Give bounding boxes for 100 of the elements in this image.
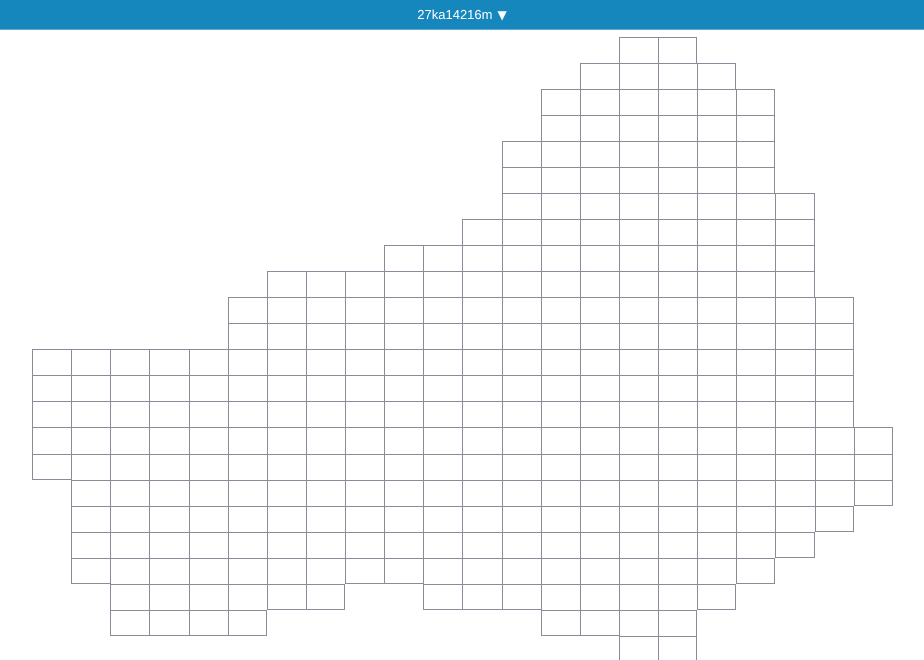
grid-tile [149,480,188,506]
grid-tile [306,454,345,480]
grid-tile [384,454,424,480]
grid-tile [188,610,228,636]
grid-tile [618,506,658,532]
grid-tile [775,375,814,402]
grid-tile [658,584,698,610]
grid-tile [345,454,384,480]
grid-tile [540,115,580,142]
grid-tile [697,427,736,454]
grid-tile [423,584,462,610]
grid-tile [580,245,619,272]
grid-tile [502,297,541,324]
grid-tile [618,297,658,324]
grid-tile [618,584,658,610]
grid-tile [188,532,228,558]
grid-tile [188,401,228,428]
grid-tile [462,375,502,402]
grid-tile [502,141,541,168]
sheet-dropdown[interactable]: 27ka14216m ▼ [413,5,511,24]
grid-tile [110,584,150,610]
grid-tile [540,427,580,454]
grid-tile [110,349,150,376]
grid-tile [697,115,736,142]
grid-tile [462,401,502,428]
grid-tile [580,349,619,376]
grid-tile [658,375,698,402]
grid-tile [188,375,228,402]
grid-tile [502,375,541,402]
grid-tile [110,454,150,480]
grid-tile [775,532,814,558]
grid-tile [618,89,658,116]
grid-tile [149,349,188,376]
grid-tile [697,454,736,480]
grid-tile [462,480,502,506]
grid-tile [188,506,228,532]
grid-tile [697,63,736,90]
caret-icon: ▼ [497,8,507,20]
grid-tile [580,584,619,610]
grid-tile [188,558,228,584]
grid-tile [306,401,345,428]
grid-tile [580,219,619,246]
grid-tile [188,349,228,376]
grid-tile [32,427,72,454]
grid-tile [110,480,150,506]
grid-tile [384,375,424,402]
grid-tile [618,532,658,558]
grid-tile [814,454,854,480]
grid-tile [384,401,424,428]
grid-tile [736,532,776,558]
grid-tile [658,558,698,584]
grid-tile [110,532,150,558]
grid-tile [814,401,854,428]
grid-tile [266,297,306,324]
grid-tile [658,480,698,506]
grid-tile [149,532,188,558]
grid-tile [540,532,580,558]
grid-tile [149,610,188,636]
grid-tile [775,349,814,376]
grid-tile [736,375,776,402]
grid-tile [658,63,698,90]
grid-tile [502,167,541,194]
grid-tile [697,480,736,506]
grid-tile [423,532,462,558]
grid-tile [32,401,72,428]
grid-tile [502,532,541,558]
grid-tile [149,375,188,402]
grid-tile [658,297,698,324]
grid-tile [658,193,698,220]
grid-tile [697,89,736,116]
grid-tile [618,401,658,428]
grid-tile [345,506,384,532]
grid-tile [345,558,384,584]
grid-tile [149,506,188,532]
grid-tile [306,271,345,298]
grid-tile [306,323,345,350]
grid-tile [854,480,893,506]
grid-tile [658,610,698,636]
grid-tile [384,323,424,350]
grid-tile [697,532,736,558]
grid-tile [580,323,619,350]
grid-tile [736,427,776,454]
grid-tile [697,193,736,220]
grid-tile [618,480,658,506]
grid-tile [580,167,619,194]
grid-tile [775,480,814,506]
grid-tile [814,297,854,324]
grid-tile [110,401,150,428]
grid-tile [618,375,658,402]
grid-tile [462,558,502,584]
grid-tile [423,375,462,402]
grid-tile [228,584,267,610]
grid-tile [228,349,267,376]
grid-tile [32,454,72,480]
grid-tile [345,480,384,506]
grid-tile [540,297,580,324]
grid-tile [618,323,658,350]
grid-tile [266,271,306,298]
grid-tile [618,63,658,90]
grid-tile [306,558,345,584]
